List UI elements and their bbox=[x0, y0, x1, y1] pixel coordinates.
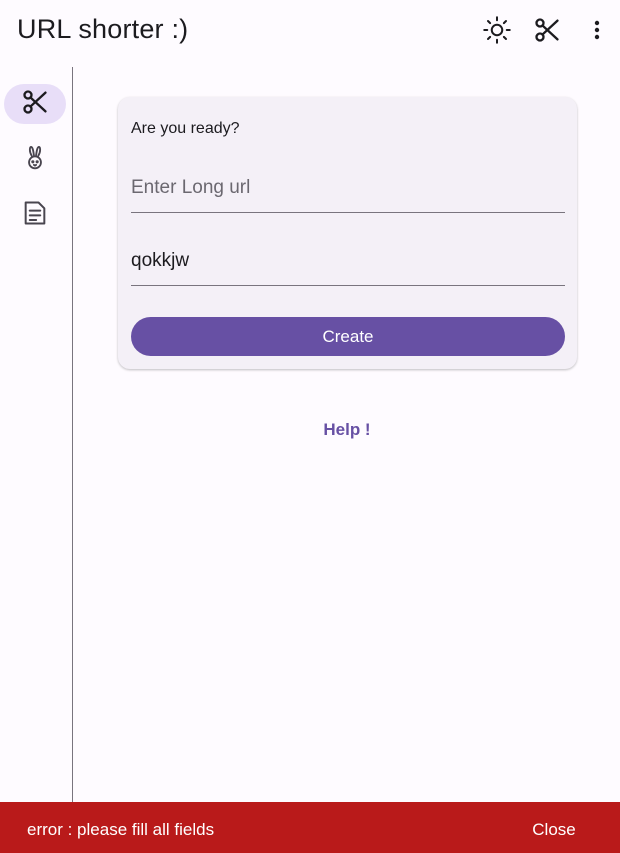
long-url-input[interactable] bbox=[131, 163, 565, 212]
form-heading: Are you ready? bbox=[131, 120, 240, 137]
rabbit-icon bbox=[22, 145, 48, 176]
long-url-field bbox=[131, 163, 565, 213]
app-bar: URL shorter :) bbox=[0, 0, 620, 64]
create-button[interactable]: Create bbox=[131, 317, 565, 356]
more-menu-button[interactable] bbox=[577, 12, 617, 52]
rail-divider bbox=[72, 67, 73, 802]
app-root: URL shorter :) Are you ready? Enter Long… bbox=[0, 0, 620, 853]
scissors-icon bbox=[21, 88, 49, 121]
sun-icon bbox=[482, 15, 512, 50]
navigation-rail bbox=[0, 64, 72, 802]
document-icon bbox=[21, 199, 49, 232]
scissors-icon bbox=[533, 16, 561, 49]
alias-input[interactable] bbox=[131, 236, 565, 285]
rail-item-shorten[interactable] bbox=[4, 84, 66, 124]
alias-field bbox=[131, 236, 565, 286]
rail-item-document[interactable] bbox=[4, 195, 66, 235]
error-snackbar: error : please fill all fields Close bbox=[0, 802, 620, 853]
shorten-form-card: Are you ready? Create bbox=[118, 97, 577, 369]
rail-item-rabbit[interactable] bbox=[4, 140, 66, 180]
shorten-button[interactable] bbox=[527, 12, 567, 52]
snackbar-message: error : please fill all fields bbox=[27, 820, 215, 839]
theme-toggle-button[interactable] bbox=[477, 12, 517, 52]
snackbar-close-button[interactable]: Close bbox=[522, 812, 586, 848]
help-link[interactable]: Help ! bbox=[300, 420, 394, 444]
app-title: URL shorter :) bbox=[17, 14, 189, 44]
more-vert-icon bbox=[585, 18, 609, 47]
